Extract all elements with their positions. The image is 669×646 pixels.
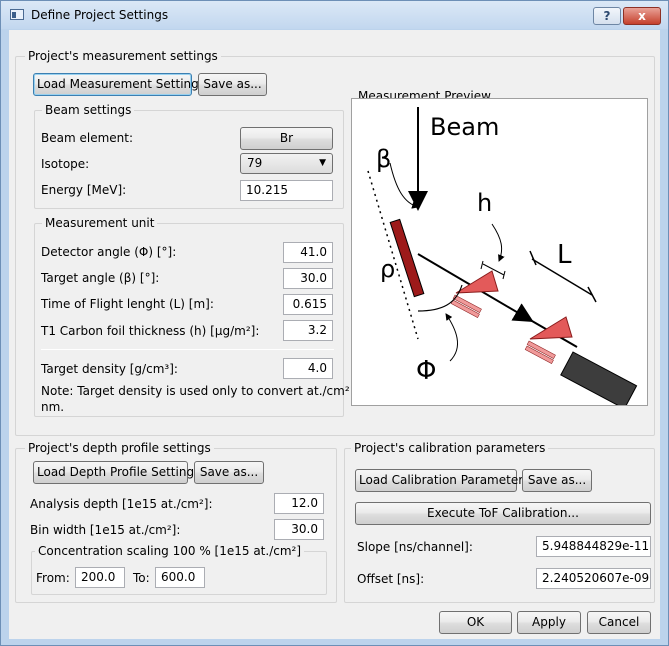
beta-angle-arrow (389, 162, 419, 209)
detector-angle-input[interactable]: 41.0 (283, 242, 333, 263)
load-measurement-settings-button[interactable]: Load Measurement Settings (33, 73, 205, 96)
l-symbol: L (557, 240, 572, 270)
title-bar[interactable]: Define Project Settings ? x (1, 1, 668, 29)
isotope-select[interactable]: 79 ▼ (240, 153, 333, 174)
slope-input[interactable]: 5.948844829e-11 (536, 536, 651, 557)
energy-label: Energy [MeV]: (41, 183, 127, 197)
h-dimension-line (482, 263, 505, 276)
analysis-depth-input[interactable]: 12.0 (274, 493, 324, 514)
phi-angle-arc (417, 284, 463, 312)
calibration-title: Project's calibration parameters (351, 441, 549, 455)
from-label: From: (36, 571, 70, 585)
h-symbol: h (477, 189, 492, 217)
save-measurement-settings-button[interactable]: Save as... (198, 73, 267, 96)
target-angle-label: Target angle (β) [°]: (41, 271, 160, 285)
help-button[interactable]: ? (593, 7, 621, 25)
h-pointer-arrow (491, 223, 505, 262)
window-title: Define Project Settings (31, 8, 169, 22)
l-dimension-tick-left (529, 250, 537, 266)
ok-button[interactable]: OK (439, 611, 512, 634)
chevron-down-icon: ▼ (319, 158, 326, 168)
l-dimension-tick-right (587, 286, 597, 303)
t1-foil-detector (455, 270, 499, 294)
t2-foil-detector (529, 316, 573, 340)
density-note-line2: nm. (41, 400, 65, 414)
help-icon: ? (603, 9, 611, 23)
foil-thickness-label: T1 Carbon foil thickness (h) [µg/m²]: (41, 324, 260, 338)
preview-diagram: Beam β ρ h L Φ (367, 107, 638, 410)
detector-angle-label: Detector angle (Φ) [°]: (41, 245, 177, 259)
target-density-input[interactable]: 4.0 (283, 358, 333, 379)
load-calibration-button[interactable]: Load Calibration Parameters (355, 469, 529, 492)
energy-detector (560, 351, 638, 410)
rho-symbol: ρ (380, 255, 395, 283)
measurement-preview: Beam β ρ h L Φ (351, 98, 648, 410)
bin-width-label: Bin width [1e15 at./cm²]: (30, 523, 181, 537)
beta-symbol: β (376, 145, 391, 173)
isotope-label: Isotope: (41, 157, 90, 171)
h-dimension-tick-left (480, 260, 484, 270)
measurement-unit-title: Measurement unit (42, 216, 158, 230)
target-density-label: Target density [g/cm³]: (41, 362, 178, 376)
offset-label: Offset [ns]: (357, 572, 425, 586)
beam-element-button[interactable]: Br (240, 127, 333, 150)
beam-settings-title: Beam settings (42, 103, 135, 117)
from-input[interactable]: 200.0 (75, 567, 125, 588)
phi-pointer-arrow (445, 313, 459, 362)
to-input[interactable]: 600.0 (155, 567, 205, 588)
load-depth-profile-button[interactable]: Load Depth Profile Settings (33, 461, 200, 484)
dialog-client-area: Project's measurement settings Load Meas… (9, 30, 660, 639)
apply-button[interactable]: Apply (517, 611, 581, 634)
window-icon (10, 9, 24, 20)
close-button[interactable]: x (623, 7, 661, 25)
tof-length-input[interactable]: 0.615 (283, 294, 333, 315)
beam-text: Beam (430, 113, 499, 141)
to-label: To: (133, 571, 150, 585)
analysis-depth-label: Analysis depth [1e15 at./cm²]: (30, 497, 213, 511)
save-depth-profile-button[interactable]: Save as... (194, 461, 264, 484)
energy-input[interactable]: 10.215 (240, 180, 333, 201)
tof-length-label: Time of Flight lenght (L) [m]: (41, 297, 214, 311)
depth-profile-title: Project's depth profile settings (25, 441, 214, 455)
close-icon: x (638, 9, 646, 23)
unit-separator (41, 349, 334, 350)
phi-symbol: Φ (416, 356, 436, 386)
concentration-scaling-title: Concentration scaling 100 % [1e15 at./cm… (35, 544, 305, 558)
beam-element-label: Beam element: (41, 131, 133, 145)
measurement-settings-title: Project's measurement settings (25, 49, 221, 63)
target-sample (389, 218, 425, 298)
dialog-window: Define Project Settings ? x Project's me… (0, 0, 669, 646)
cancel-button[interactable]: Cancel (587, 611, 651, 634)
execute-tof-calibration-button[interactable]: Execute ToF Calibration... (355, 502, 651, 525)
save-calibration-button[interactable]: Save as... (522, 469, 592, 492)
isotope-value: 79 (247, 156, 263, 170)
offset-input[interactable]: 2.240520607e-09 (536, 568, 651, 589)
target-angle-input[interactable]: 30.0 (283, 268, 333, 289)
slope-label: Slope [ns/channel]: (357, 540, 473, 554)
density-note-line1: Note: Target density is used only to con… (41, 384, 366, 398)
bin-width-input[interactable]: 30.0 (274, 519, 324, 540)
foil-thickness-input[interactable]: 3.2 (283, 320, 333, 341)
